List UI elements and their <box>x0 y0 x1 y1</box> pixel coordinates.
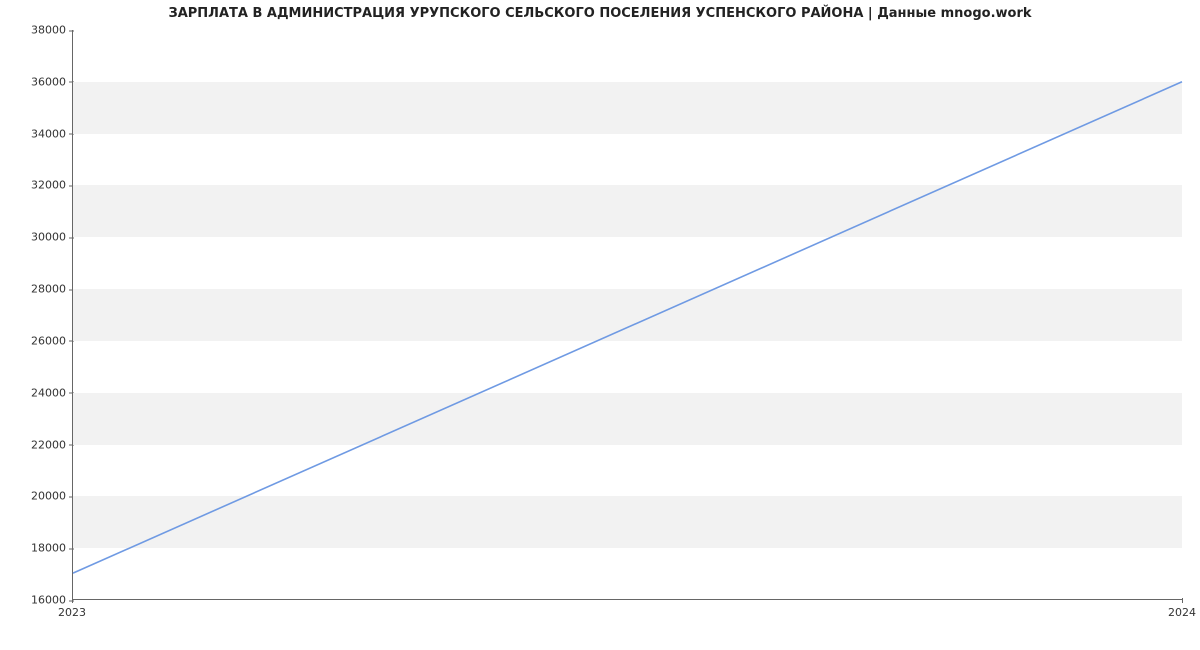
data-line <box>73 30 1182 599</box>
y-tick-label: 22000 <box>6 438 66 451</box>
y-tick-label: 32000 <box>6 179 66 192</box>
y-tick-label: 24000 <box>6 386 66 399</box>
y-tick-label: 36000 <box>6 75 66 88</box>
y-tick-label: 16000 <box>6 594 66 607</box>
y-tick-label: 20000 <box>6 490 66 503</box>
y-tick-label: 38000 <box>6 24 66 37</box>
plot-area <box>72 30 1182 600</box>
y-tick-label: 26000 <box>6 334 66 347</box>
salary-line-chart: ЗАРПЛАТА В АДМИНИСТРАЦИЯ УРУПСКОГО СЕЛЬС… <box>0 0 1200 650</box>
y-tick-label: 30000 <box>6 231 66 244</box>
chart-title: ЗАРПЛАТА В АДМИНИСТРАЦИЯ УРУПСКОГО СЕЛЬС… <box>0 6 1200 21</box>
y-tick-label: 34000 <box>6 127 66 140</box>
x-tick-label: 2024 <box>1168 606 1196 619</box>
y-tick-label: 18000 <box>6 542 66 555</box>
y-tick-label: 28000 <box>6 283 66 296</box>
x-tick-label: 2023 <box>58 606 86 619</box>
